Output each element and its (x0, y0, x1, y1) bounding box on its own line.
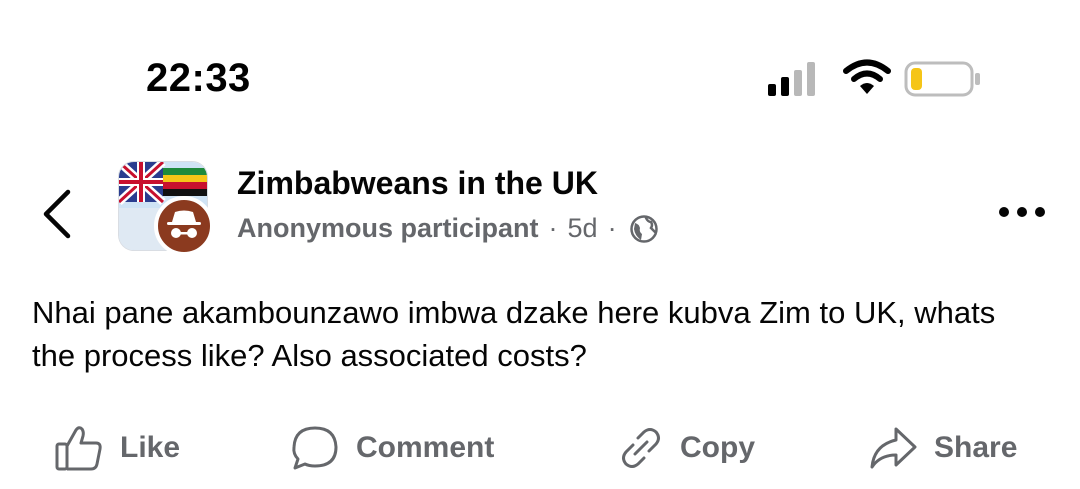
copy-button[interactable]: Copy (618, 418, 755, 478)
battery-icon (904, 61, 980, 97)
anonymous-badge (154, 196, 214, 256)
comment-button[interactable]: Comment (290, 418, 494, 478)
like-button[interactable]: Like (54, 418, 180, 478)
globe-icon (629, 214, 658, 243)
post-age[interactable]: 5d (568, 213, 598, 244)
status-bar: 22:33 (0, 0, 1080, 120)
back-chevron-icon[interactable] (38, 188, 78, 240)
group-name[interactable]: Zimbabweans in the UK (237, 165, 598, 202)
comment-bubble-icon (292, 426, 338, 470)
comment-label: Comment (356, 431, 495, 464)
meta-separator: · (607, 213, 617, 243)
more-options-icon[interactable] (996, 202, 1048, 222)
share-button[interactable]: Share (868, 418, 1017, 478)
post-action-bar: Like Comment Copy Share (0, 418, 1080, 478)
link-icon (622, 428, 660, 468)
cellular-signal-icon (768, 62, 815, 96)
meta-separator: · (548, 213, 558, 243)
post-meta: Anonymous participant · 5d · (237, 213, 659, 244)
share-label: Share (934, 431, 1018, 464)
author-name: Anonymous participant (237, 213, 539, 243)
incognito-icon (167, 210, 201, 238)
like-label: Like (120, 431, 181, 464)
status-time: 22:33 (146, 56, 251, 100)
post-header: Zimbabweans in the UK Anonymous particip… (0, 150, 1080, 260)
copy-label: Copy (680, 431, 755, 464)
thumbs-up-icon (55, 426, 102, 471)
post-text: Nhai pane akambounzawo imbwa dzake here … (32, 295, 996, 373)
share-arrow-icon (870, 427, 917, 469)
wifi-icon (843, 59, 891, 94)
status-icons (760, 58, 990, 102)
